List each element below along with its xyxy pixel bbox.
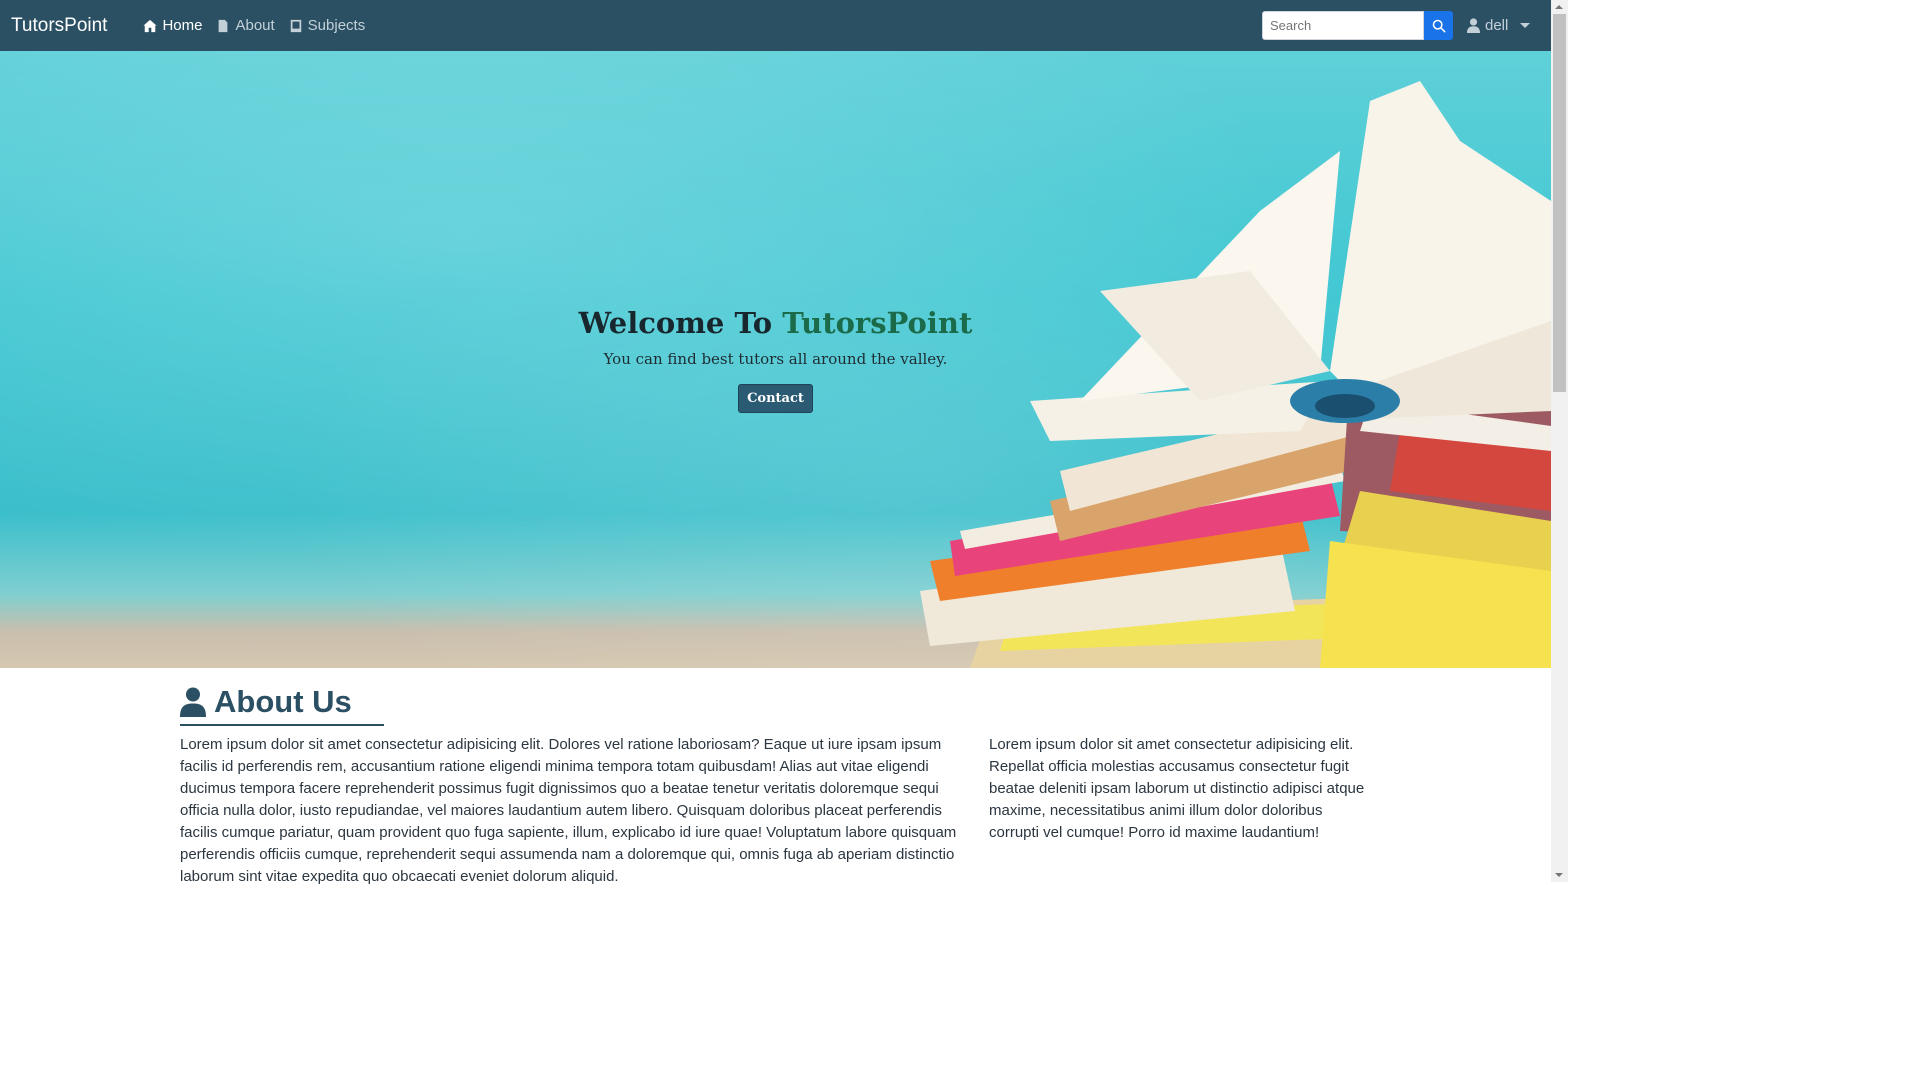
hero-banner: Welcome To TutorsPoint You can find best…: [0, 51, 1551, 668]
hero-subtitle: You can find best tutors all around the …: [603, 350, 948, 368]
nav-home-label: Home: [162, 17, 203, 34]
search-input[interactable]: [1262, 11, 1424, 40]
user-name: dell: [1485, 17, 1509, 34]
navbar: TutorsPoint Home About Subjects dell: [0, 0, 1551, 51]
user-icon: [180, 687, 206, 717]
search-button[interactable]: [1424, 11, 1453, 40]
nav-subjects-label: Subjects: [307, 17, 366, 34]
nav-about[interactable]: About: [216, 17, 275, 34]
chevron-down-icon: [1520, 23, 1531, 28]
nav-home[interactable]: Home: [143, 17, 202, 34]
contact-button[interactable]: Contact: [738, 384, 813, 413]
search-icon: [1432, 19, 1445, 32]
hero-title-prefix: Welcome To: [578, 306, 783, 340]
user-icon: [1467, 18, 1480, 33]
page-scrollbar[interactable]: [1551, 0, 1568, 882]
home-icon: [143, 19, 158, 32]
about-heading: About Us: [180, 684, 1370, 720]
scrollbar-thumb[interactable]: [1553, 14, 1566, 392]
book-icon: [290, 19, 301, 32]
user-dropdown[interactable]: dell: [1467, 0, 1531, 51]
search-form: [1262, 11, 1453, 40]
hero-content: Welcome To TutorsPoint You can find best…: [0, 306, 1551, 413]
hero-title: Welcome To TutorsPoint: [0, 306, 1551, 340]
brand-logo[interactable]: TutorsPoint: [11, 15, 107, 37]
about-text-right: Lorem ipsum dolor sit amet consectetur a…: [989, 736, 1365, 841]
nav-about-label: About: [235, 17, 275, 34]
about-columns: Lorem ipsum dolor sit amet consectetur a…: [180, 734, 1370, 888]
hero-title-accent: TutorsPoint: [782, 306, 973, 340]
about-section: About Us Lorem ipsum dolor sit amet cons…: [180, 684, 1370, 888]
scroll-up-arrow-icon[interactable]: [1555, 5, 1563, 9]
about-heading-label: About Us: [214, 684, 352, 719]
about-text-left: Lorem ipsum dolor sit amet consectetur a…: [180, 736, 957, 885]
heading-underline: [180, 724, 384, 726]
scroll-down-arrow-icon[interactable]: [1555, 873, 1563, 877]
nav-subjects[interactable]: Subjects: [289, 17, 366, 34]
file-icon: [219, 19, 228, 32]
